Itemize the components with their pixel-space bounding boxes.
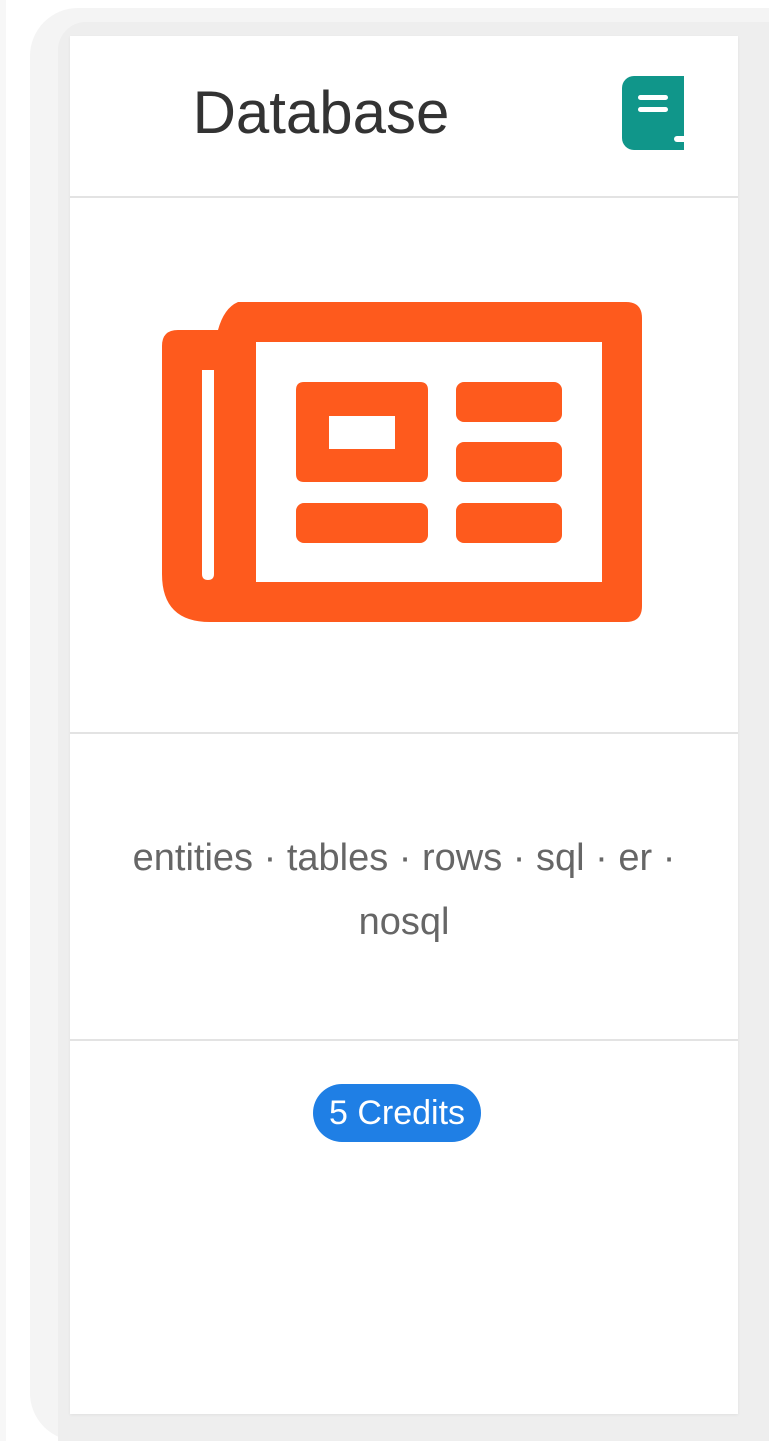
tags-text: entities · tables · rows · sql · er · no…	[132, 837, 676, 943]
credits-badge: 5 Credits	[313, 1084, 482, 1142]
card-title: Database	[192, 79, 450, 146]
book-button[interactable]	[622, 76, 684, 150]
book-icon	[622, 76, 684, 150]
card-tags: entities · tables · rows · sql · er · no…	[70, 734, 738, 1041]
background-edge	[0, 0, 6, 1441]
card-header: Database	[70, 36, 738, 198]
card-image	[70, 198, 738, 734]
newspaper-icon	[162, 302, 642, 622]
course-card[interactable]: Database entities · tables · rows · sql …	[70, 36, 738, 1414]
